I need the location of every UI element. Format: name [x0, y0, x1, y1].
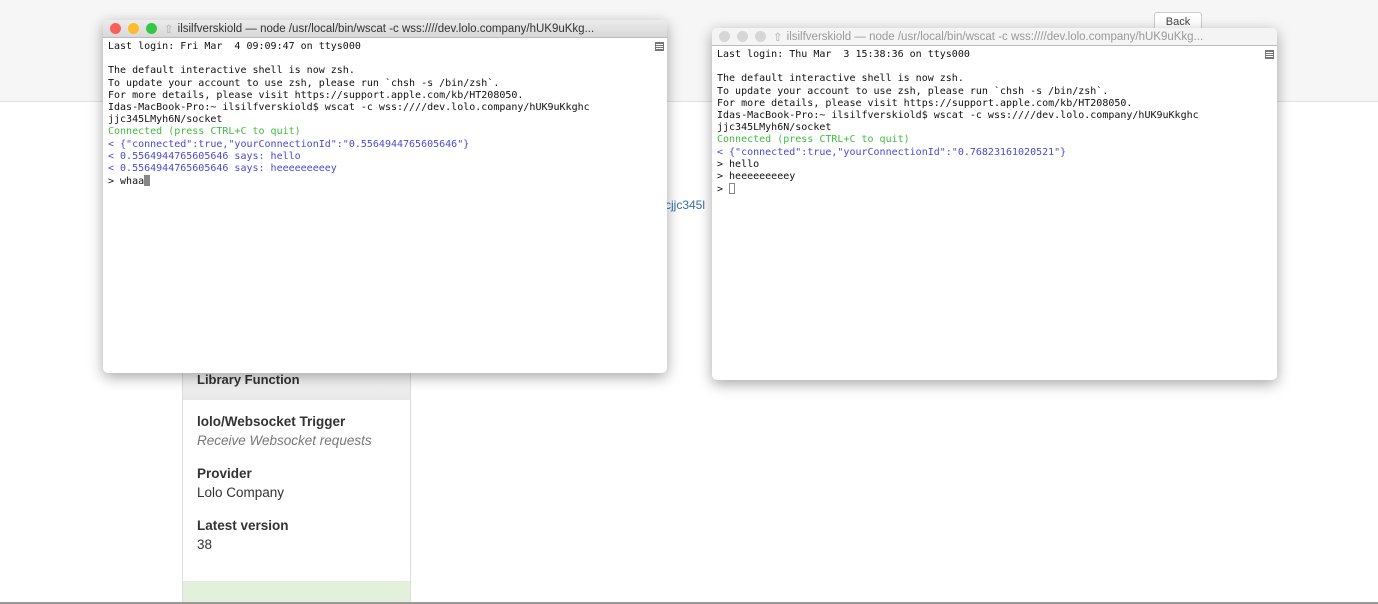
provider-value: Lolo Company — [197, 485, 285, 500]
cursor — [729, 183, 736, 195]
home-icon: ⇧ — [773, 31, 783, 44]
close-button[interactable] — [719, 31, 730, 42]
terminal-output[interactable]: Last login: Fri Mar 4 09:09:47 on ttys00… — [103, 38, 667, 188]
output-line: The default interactive shell is now zsh… — [717, 73, 964, 85]
message-line: < 0.5564944765605646 says: heeeeeeeeey — [108, 163, 337, 175]
version-label: Latest version — [197, 518, 289, 533]
input-text: > whaa — [108, 176, 145, 188]
home-icon: ⇧ — [164, 23, 174, 36]
close-button[interactable] — [110, 23, 121, 34]
message-line: < {"connected":true,"yourConnectionId":"… — [108, 138, 470, 150]
zoom-button[interactable] — [755, 31, 766, 42]
minimize-button[interactable] — [128, 23, 139, 34]
function-info-card: Library Function lolo/Websocket Trigger … — [182, 360, 411, 604]
message-line: < {"connected":true,"yourConnectionId":"… — [717, 146, 1067, 158]
cursor — [144, 175, 151, 187]
terminal-output[interactable]: Last login: Thu Mar 3 15:38:36 on ttys00… — [712, 46, 1277, 196]
minimize-button[interactable] — [737, 31, 748, 42]
connected-line: Connected (press CTRL+C to quit) — [717, 134, 910, 146]
title-bar[interactable]: ⇧ ilsilfverskiold — node /usr/local/bin/… — [103, 20, 667, 38]
input-line[interactable]: > whaa — [108, 175, 653, 188]
terminal-window-right[interactable]: ⇧ ilsilfverskiold — node /usr/local/bin/… — [712, 28, 1277, 380]
function-subtitle: Receive Websocket requests — [197, 433, 372, 448]
window-title: ilsilfverskiold — node /usr/local/bin/ws… — [177, 22, 595, 35]
output-line: To update your account to use zsh, pleas… — [108, 77, 500, 89]
input-line[interactable]: > — [717, 183, 1263, 196]
provider-label: Provider — [197, 466, 252, 481]
output-line: For more details, please visit https://s… — [717, 97, 1133, 109]
zoom-button[interactable] — [146, 23, 157, 34]
output-line: To update your account to use zsh, pleas… — [717, 85, 1109, 97]
window-title: ilsilfverskiold — node /usr/local/bin/ws… — [786, 30, 1204, 43]
sent-line: > heeeeeeeeey — [717, 171, 796, 183]
scrollbar-icon[interactable] — [655, 42, 664, 51]
terminal-window-left[interactable]: ⇧ ilsilfverskiold — node /usr/local/bin/… — [103, 20, 667, 373]
title-bar[interactable]: ⇧ ilsilfverskiold — node /usr/local/bin/… — [712, 28, 1277, 46]
message-line: < 0.5564944765605646 says: hello — [108, 150, 301, 162]
output-line: Idas-MacBook-Pro:~ ilsilfverskiold$ wsca… — [717, 110, 1199, 122]
output-line: Last login: Fri Mar 4 09:09:47 on ttys00… — [108, 41, 361, 52]
status-banner — [183, 581, 410, 603]
output-line: For more details, please visit https://s… — [108, 89, 524, 101]
output-line: jjc345LMyh6N/socket — [108, 114, 223, 126]
output-line: Last login: Thu Mar 3 15:38:36 on ttys00… — [717, 49, 970, 60]
input-text: > — [717, 184, 730, 196]
output-line: The default interactive shell is now zsh… — [108, 65, 355, 77]
scrollbar-icon[interactable] — [1265, 50, 1274, 59]
output-line: Idas-MacBook-Pro:~ ilsilfverskiold$ wsca… — [108, 102, 590, 114]
version-value: 38 — [197, 537, 213, 552]
function-title: lolo/Websocket Trigger — [197, 414, 346, 429]
output-line: jjc345LMyh6N/socket — [717, 122, 832, 134]
connected-line: Connected (press CTRL+C to quit) — [108, 126, 301, 138]
sent-line: > hello — [717, 158, 760, 170]
url-link-fragment[interactable]: cjjc345l — [665, 198, 705, 212]
